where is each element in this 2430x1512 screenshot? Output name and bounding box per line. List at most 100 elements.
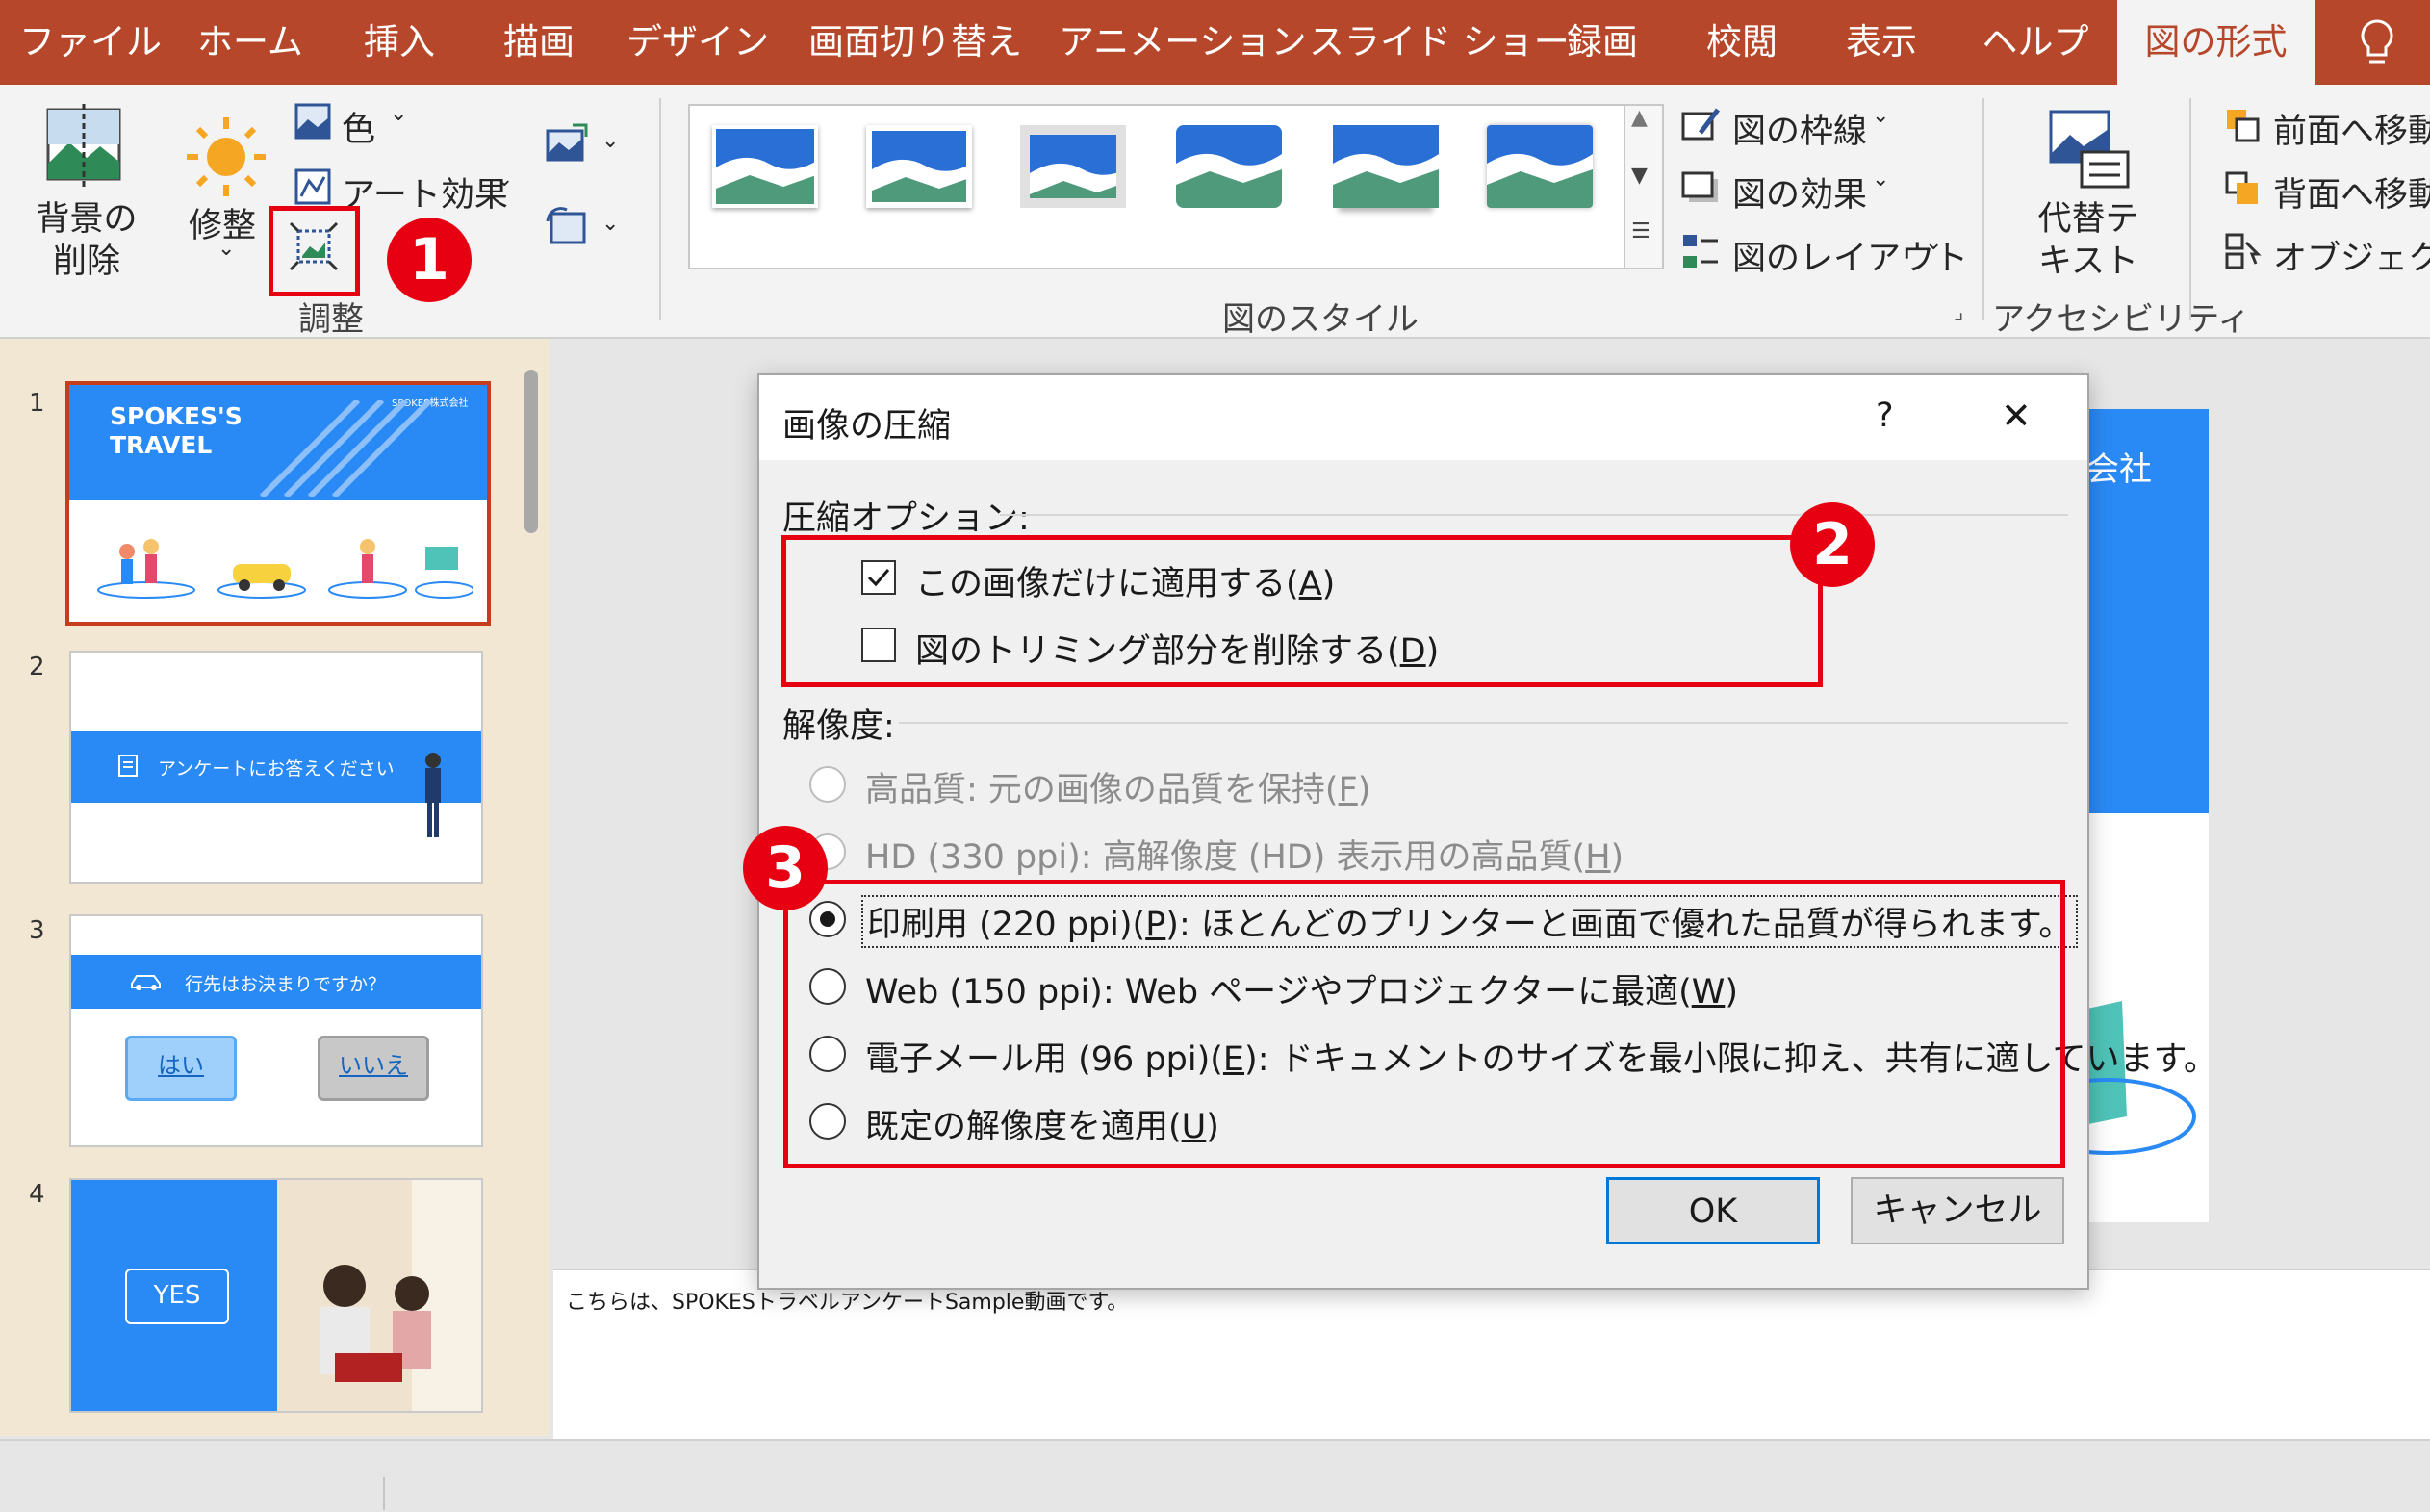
picture-border-icon[interactable] <box>1679 104 1722 146</box>
cancel-button[interactable]: キャンセル <box>1851 1177 2064 1244</box>
status-separator <box>383 1477 385 1510</box>
slide-number: 3 <box>29 916 45 945</box>
annotation-box-compress-icon <box>269 206 360 296</box>
picture-effects-button[interactable]: 図の効果 <box>1732 167 1867 217</box>
picture-style-1[interactable] <box>712 125 818 208</box>
thumbnail-scrollbar[interactable] <box>524 370 538 533</box>
tab-design[interactable]: デザイン <box>626 0 770 85</box>
tab-home[interactable]: ホーム <box>183 0 318 85</box>
chevron-down-icon[interactable]: ⌄ <box>390 102 407 126</box>
ribbon-tab-bar: ファイル ホーム 挿入 描画 デザイン 画面切り替え アニメーション スライド … <box>0 0 2430 85</box>
gallery-scroll-up-icon[interactable]: ▲ <box>1631 106 1648 130</box>
section-divider <box>899 722 2068 724</box>
slide-title-line1: SPOKES'S <box>110 402 243 430</box>
slide-heading: アンケートにお答えください <box>158 758 395 780</box>
no-option-button[interactable]: いいえ <box>318 1036 429 1101</box>
artistic-effects-button[interactable]: アート効果 <box>342 167 508 217</box>
picture-border-button[interactable]: 図の枠線 <box>1732 104 1867 153</box>
slide-title-line2: TRAVEL <box>110 431 213 459</box>
tab-animations[interactable]: アニメーション <box>1059 0 1307 85</box>
slide-thumbnail-2[interactable]: アンケートにお答えください <box>69 651 483 884</box>
travel-illustrations <box>89 518 474 604</box>
slide-thumbnail-1[interactable]: SPOKES'S TRAVEL SPOKES株式会社 <box>65 381 491 626</box>
resolution-header: 解像度: <box>782 707 895 746</box>
picture-style-4[interactable] <box>1176 125 1282 208</box>
tab-insert[interactable]: 挿入 <box>346 0 452 85</box>
reset-picture-icon[interactable] <box>544 204 590 250</box>
section-divider <box>1000 514 2068 516</box>
alt-text-button[interactable]: 代替テキスト <box>2031 198 2146 283</box>
diagonal-stripes-graphic <box>243 397 435 500</box>
tab-slideshow[interactable]: スライド ショー <box>1309 0 1570 85</box>
chevron-down-icon[interactable]: ⌄ <box>217 237 235 261</box>
slide-number: 4 <box>29 1180 45 1209</box>
slide-heading: 行先はお決まりですか？ <box>185 974 387 995</box>
slide-thumbnail-3[interactable]: 行先はお決まりですか？ はい いいえ <box>69 914 483 1147</box>
selection-pane-icon[interactable] <box>2223 231 2262 269</box>
remove-background-button[interactable]: 背景の削除 <box>34 198 140 283</box>
group-separator <box>1982 98 1984 320</box>
yes-option-button[interactable]: はい <box>125 1036 237 1101</box>
selection-pane-button[interactable]: オブジェクト <box>2273 231 2430 280</box>
group-separator <box>659 98 661 320</box>
dialog-title: 画像の圧縮 <box>782 407 952 446</box>
help-button[interactable]: ? <box>1876 397 1894 435</box>
send-backward-button[interactable]: 背面へ移動 <box>2273 167 2430 217</box>
alt-text-icon[interactable] <box>2045 106 2132 192</box>
tab-draw[interactable]: 描画 <box>486 0 592 85</box>
picture-style-2[interactable] <box>866 125 972 208</box>
high-fidelity-radio <box>809 766 846 803</box>
clipboard-icon <box>115 753 141 778</box>
dialog-title-bar: 画像の圧縮 ? ✕ <box>759 375 2087 460</box>
group-separator <box>2189 98 2191 320</box>
tab-help[interactable]: ヘルプ <box>1973 0 2098 85</box>
chevron-down-icon[interactable]: ⌄ <box>1925 231 1942 255</box>
slide-thumbnail-4[interactable]: YES <box>69 1178 483 1413</box>
picture-style-6[interactable] <box>1487 125 1593 208</box>
slide-company-text: 会社 <box>2086 450 2152 489</box>
change-picture-icon[interactable] <box>544 121 590 167</box>
chevron-down-icon[interactable]: ⌄ <box>601 212 619 236</box>
corrections-sun-icon[interactable] <box>183 114 269 200</box>
chevron-down-icon[interactable]: ⌄ <box>496 167 513 192</box>
picture-effects-icon[interactable] <box>1679 167 1722 210</box>
yes-label-box: YES <box>125 1269 229 1324</box>
status-bar <box>0 1439 2430 1512</box>
tab-review[interactable]: 校閲 <box>1689 0 1795 85</box>
bring-forward-icon[interactable] <box>2223 106 2262 144</box>
close-button[interactable]: ✕ <box>2001 395 2032 437</box>
slide-number: 2 <box>29 653 45 681</box>
picture-layout-icon[interactable] <box>1679 231 1722 273</box>
chevron-down-icon[interactable]: ⌄ <box>1872 167 1889 192</box>
chevron-down-icon[interactable]: ⌄ <box>601 129 619 153</box>
car-icon <box>129 970 164 991</box>
gallery-scroll-down-icon[interactable]: ▼ <box>1631 164 1648 188</box>
send-backward-icon[interactable] <box>2223 169 2262 208</box>
picture-style-5[interactable] <box>1333 125 1439 208</box>
ok-button[interactable]: OK <box>1606 1177 1820 1244</box>
annotation-box-resolution <box>783 880 2065 1168</box>
tab-file[interactable]: ファイル <box>19 0 162 85</box>
annotation-box-options <box>781 535 1823 687</box>
bring-forward-button[interactable]: 前面へ移動 <box>2273 104 2430 153</box>
tab-view[interactable]: 表示 <box>1829 0 1934 85</box>
color-icon[interactable] <box>294 102 332 141</box>
remove-background-icon[interactable] <box>40 104 127 191</box>
annotation-marker-1: 1 <box>387 218 472 302</box>
tab-record[interactable]: 録画 <box>1549 0 1655 85</box>
artistic-effects-icon[interactable] <box>294 167 332 206</box>
picture-style-3[interactable] <box>1020 125 1126 208</box>
chevron-down-icon[interactable]: ⌄ <box>1872 104 1889 128</box>
hd-330-label: HD (330 ppi): 高解像度 (HD) 表示用の高品質(H) <box>865 838 1624 877</box>
tab-transitions[interactable]: 画面切り替え <box>808 0 1022 85</box>
slide-number: 1 <box>29 389 45 418</box>
tab-picture-format[interactable]: 図の形式 <box>2117 0 2315 85</box>
lightbulb-icon[interactable] <box>2348 13 2406 71</box>
person-illustration <box>414 749 452 845</box>
ribbon: 背景の削除 修整 ⌄ 色 ⌄ アート効果 ⌄ 調整 ⌄ ⌄ ▲ ▼ ☰ 図のスタ… <box>0 85 2430 339</box>
gallery-more-icon[interactable]: ☰ <box>1631 219 1650 243</box>
color-button[interactable]: 色 <box>342 102 375 151</box>
dialog-launcher-icon[interactable]: ⌟ <box>1954 300 1963 324</box>
high-fidelity-label: 高品質: 元の画像の品質を保持(F) <box>865 771 1371 809</box>
family-photo <box>277 1180 481 1411</box>
